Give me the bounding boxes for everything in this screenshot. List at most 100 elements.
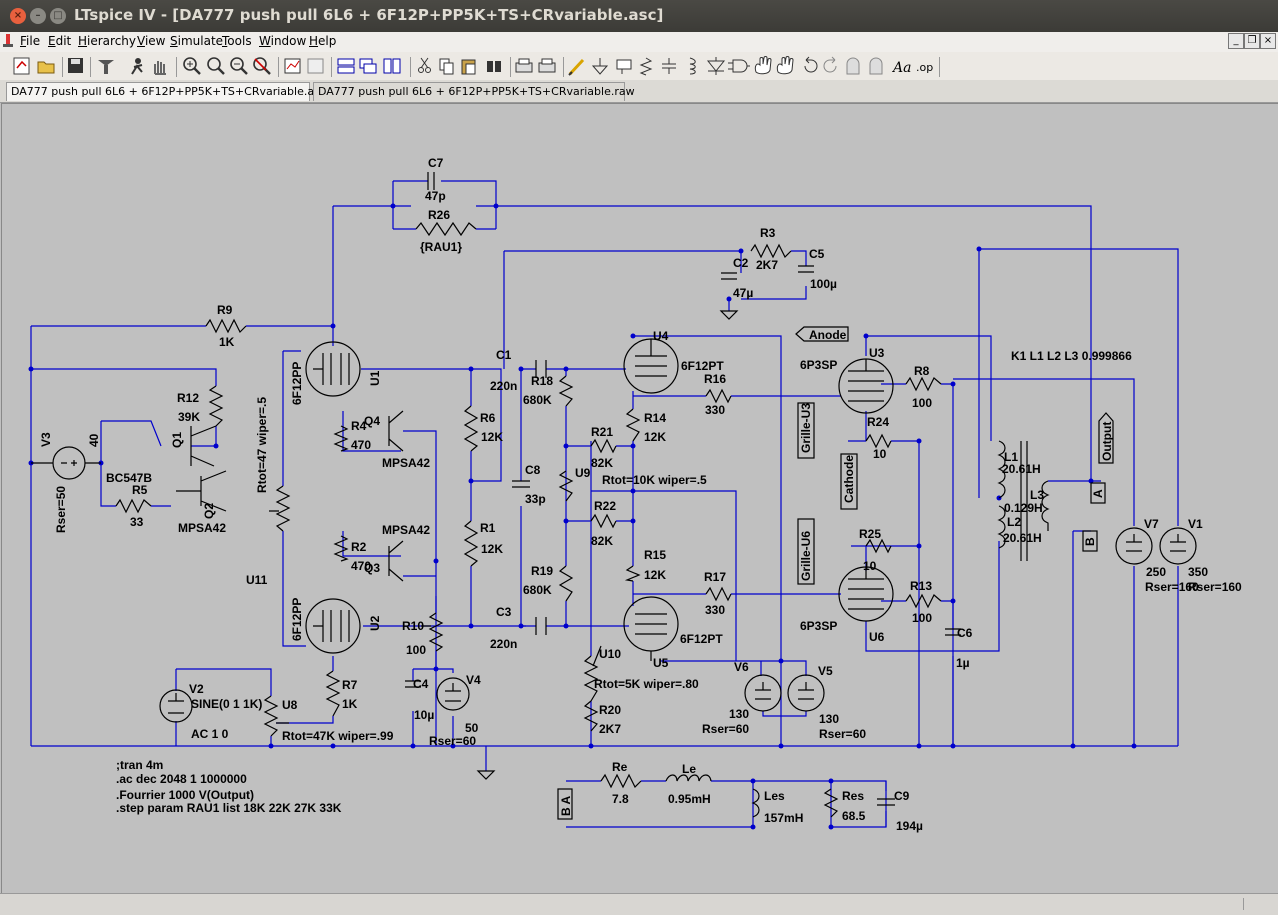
spice-directive-icon[interactable]: .op (916, 61, 933, 74)
schematic-drawing[interactable]: C7 47p R26 {RAU1} R3 2K7 C2 47µ C5 100µ … (2, 104, 1278, 893)
label-res: Res (842, 789, 864, 803)
value-r5: 33 (130, 515, 144, 529)
label-r20: R20 (599, 703, 621, 717)
maximize-window-button[interactable]: □ (50, 8, 66, 24)
label-u1: U1 (368, 370, 382, 386)
tab-waveform[interactable]: DA777 push pull 6L6 + 6F12P+PP5K+TS+CRva… (313, 82, 635, 101)
label-q4: Q4 (364, 414, 380, 428)
menu-view[interactable]: View (137, 34, 165, 48)
component-icon[interactable] (728, 59, 750, 73)
value-c4: 10µ (414, 708, 434, 722)
label-l3: L3 (1030, 488, 1044, 502)
value-v6: 130 (729, 707, 749, 721)
new-schematic-icon[interactable] (13, 57, 30, 75)
value-u2: 6F12PP (290, 598, 304, 641)
menu-help[interactable]: Help (309, 34, 336, 48)
view-fit-icon[interactable] (307, 58, 324, 74)
menu-window[interactable]: Window (259, 34, 306, 48)
value-r12: 39K (178, 410, 200, 424)
directive-step: .step param RAU1 list 18K 22K 27K 33K (116, 801, 342, 815)
run-icon[interactable] (131, 58, 143, 75)
value-r13: 100 (912, 611, 932, 625)
menu-edit[interactable]: Edit (48, 34, 71, 48)
zoom-out-icon[interactable] (230, 57, 248, 75)
directive-fourier: .Fourrier 1000 V(Output) (116, 788, 254, 802)
label-v4: V4 (466, 673, 481, 687)
menu-simulate[interactable]: Simulate (170, 34, 223, 48)
open-icon[interactable] (37, 61, 55, 74)
label-r24: R24 (867, 415, 889, 429)
tile-vertical-icon[interactable] (383, 58, 401, 74)
capacitor-icon[interactable] (662, 58, 676, 74)
paste-icon[interactable] (461, 59, 476, 75)
value-r4: 470 (351, 438, 371, 452)
label-r18: R18 (531, 374, 553, 388)
pan-icon[interactable] (207, 57, 225, 75)
autoscale-icon[interactable] (284, 58, 301, 74)
label-les: Les (764, 789, 785, 803)
value-u9: Rtot=10K wiper=.5 (602, 473, 707, 487)
drag-icon[interactable] (776, 56, 794, 75)
copy-icon[interactable] (439, 58, 454, 75)
label-u5: U5 (653, 656, 669, 670)
label-q2: Q2 (202, 503, 216, 519)
mirror-icon[interactable] (869, 57, 883, 75)
value-c8: 33p (525, 492, 546, 506)
menu-file[interactable]: File (20, 34, 40, 48)
zoom-cancel-icon[interactable] (253, 57, 271, 75)
menu-hierarchy[interactable]: Hierarchy (78, 34, 136, 48)
schematic-canvas[interactable]: C7 47p R26 {RAU1} R3 2K7 C2 47µ C5 100µ … (1, 103, 1278, 894)
label-r22: R22 (594, 499, 616, 513)
directive-tran: ;tran 4m (116, 758, 163, 772)
zoom-in-icon[interactable] (183, 57, 201, 75)
net-label-ba: B A (559, 795, 573, 816)
value-r20: 2K7 (599, 722, 621, 736)
rser-v1: Rser=160 (1188, 580, 1242, 594)
save-icon[interactable] (68, 58, 83, 73)
resize-grip-icon[interactable] (1243, 898, 1274, 910)
label-c5: C5 (809, 247, 825, 261)
cut-icon[interactable] (418, 57, 431, 73)
value-r22: 82K (591, 534, 613, 548)
diode-icon[interactable] (706, 57, 726, 75)
move-icon[interactable] (754, 56, 772, 75)
label-r25: R25 (859, 527, 881, 541)
control-panel-icon[interactable] (98, 60, 114, 74)
minimize-window-button[interactable]: – (30, 8, 46, 24)
value-u5: 6F12PT (680, 632, 723, 646)
ground-icon[interactable] (591, 58, 609, 75)
resistor-icon[interactable] (639, 57, 653, 76)
mdi-minimize-button[interactable]: _ (1228, 33, 1244, 49)
rser-v4: Rser=60 (429, 734, 476, 748)
menu-tools[interactable]: Tools (222, 34, 252, 48)
value-r16: 330 (705, 403, 725, 417)
undo-icon[interactable] (804, 56, 818, 73)
mdi-close-button[interactable]: × (1260, 33, 1276, 49)
cascade-icon[interactable] (359, 58, 377, 74)
halt-icon[interactable] (154, 61, 166, 75)
value-les: 157mH (764, 811, 803, 825)
rotate-icon[interactable] (846, 57, 860, 75)
label-v6: V6 (734, 660, 749, 674)
inductor-icon[interactable] (689, 57, 696, 75)
print-icon[interactable] (538, 58, 556, 73)
label-c4: C4 (413, 677, 429, 691)
mdi-restore-button[interactable]: ❐ (1244, 33, 1260, 49)
value-c9: 194µ (896, 819, 923, 833)
tab-schematic[interactable]: DA777 push pull 6L6 + 6F12P+PP5K+TS+CRva… (6, 82, 326, 101)
wire-icon[interactable] (568, 58, 585, 76)
label-icon[interactable] (616, 59, 632, 74)
find-icon[interactable] (487, 61, 501, 72)
status-bar (0, 893, 1278, 915)
value-v2: SINE(0 1 1K) (191, 697, 262, 711)
text-icon[interactable]: Aa (891, 60, 911, 76)
directive-ac: .ac dec 2048 1 1000000 (116, 772, 247, 786)
label-u6: U6 (869, 630, 885, 644)
redo-icon[interactable] (823, 56, 837, 73)
net-labels: Anode Grille-U3 Grille-U6 Cathode Output… (559, 328, 1114, 816)
value-r14: 12K (644, 430, 666, 444)
value-q3: MPSA42 (382, 523, 430, 537)
tile-horizontal-icon[interactable] (337, 58, 355, 74)
close-window-button[interactable]: × (10, 8, 26, 24)
print-setup-icon[interactable] (515, 58, 533, 73)
